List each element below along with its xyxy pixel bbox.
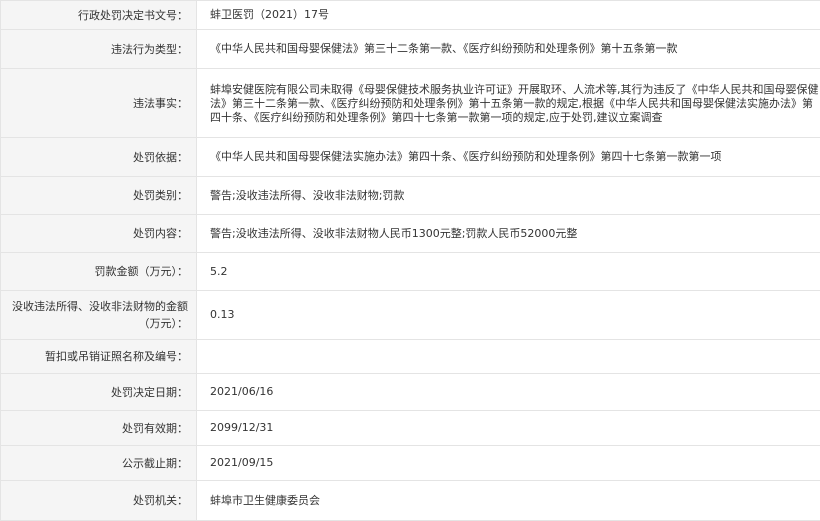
field-value-decision-number: 蚌卫医罚（2021）17号 bbox=[197, 1, 820, 30]
field-label-penalty-category: 处罚类别： bbox=[1, 177, 197, 215]
field-label-valid-until: 处罚有效期： bbox=[1, 411, 197, 446]
table-row: 处罚类别： 警告;没收违法所得、没收非法财物;罚款 bbox=[1, 177, 820, 215]
field-label-penalty-basis: 处罚依据： bbox=[1, 138, 197, 177]
field-value-valid-until: 2099/12/31 bbox=[197, 411, 820, 446]
table-row: 处罚决定日期： 2021/06/16 bbox=[1, 374, 820, 411]
field-value-publicity-deadline: 2021/09/15 bbox=[197, 446, 820, 481]
field-value-penalty-category: 警告;没收违法所得、没收非法财物;罚款 bbox=[197, 177, 820, 215]
table-row: 违法行为类型： 《中华人民共和国母婴保健法》第三十二条第一款、《医疗纠纷预防和处… bbox=[1, 30, 820, 69]
field-label-penalty-content: 处罚内容： bbox=[1, 215, 197, 253]
field-label-violation-facts: 违法事实： bbox=[1, 69, 197, 138]
field-label-decision-number: 行政处罚决定书文号： bbox=[1, 1, 197, 30]
table-row: 罚款金额（万元）： 5.2 bbox=[1, 253, 820, 291]
field-value-license-revoked bbox=[197, 340, 820, 374]
field-label-confiscation-amount: 没收违法所得、没收非法财物的金额（万元）： bbox=[1, 291, 197, 340]
field-value-decision-date: 2021/06/16 bbox=[197, 374, 820, 411]
field-value-authority: 蚌埠市卫生健康委员会 bbox=[197, 481, 820, 521]
field-label-violation-type: 违法行为类型： bbox=[1, 30, 197, 69]
field-value-penalty-basis: 《中华人民共和国母婴保健法实施办法》第四十条、《医疗纠纷预防和处理条例》第四十七… bbox=[197, 138, 820, 177]
field-label-fine-amount: 罚款金额（万元）： bbox=[1, 253, 197, 291]
field-value-confiscation-amount: 0.13 bbox=[197, 291, 820, 340]
table-row: 处罚机关： 蚌埠市卫生健康委员会 bbox=[1, 481, 820, 521]
table-row: 处罚有效期： 2099/12/31 bbox=[1, 411, 820, 446]
table-row: 处罚依据： 《中华人民共和国母婴保健法实施办法》第四十条、《医疗纠纷预防和处理条… bbox=[1, 138, 820, 177]
table-row: 行政处罚决定书文号： 蚌卫医罚（2021）17号 bbox=[1, 1, 820, 30]
field-label-license-revoked: 暂扣或吊销证照名称及编号： bbox=[1, 340, 197, 374]
table-row: 暂扣或吊销证照名称及编号： bbox=[1, 340, 820, 374]
field-value-violation-facts: 蚌埠安健医院有限公司未取得《母婴保健技术服务执业许可证》开展取环、人流术等,其行… bbox=[197, 69, 820, 138]
table-row: 没收违法所得、没收非法财物的金额（万元）： 0.13 bbox=[1, 291, 820, 340]
field-label-authority: 处罚机关： bbox=[1, 481, 197, 521]
field-value-violation-type: 《中华人民共和国母婴保健法》第三十二条第一款、《医疗纠纷预防和处理条例》第十五条… bbox=[197, 30, 820, 69]
field-value-penalty-content: 警告;没收违法所得、没收非法财物人民币1300元整;罚款人民币52000元整 bbox=[197, 215, 820, 253]
field-label-decision-date: 处罚决定日期： bbox=[1, 374, 197, 411]
field-label-publicity-deadline: 公示截止期： bbox=[1, 446, 197, 481]
table-row: 违法事实： 蚌埠安健医院有限公司未取得《母婴保健技术服务执业许可证》开展取环、人… bbox=[1, 69, 820, 138]
field-value-fine-amount: 5.2 bbox=[197, 253, 820, 291]
penalty-info-table: 行政处罚决定书文号： 蚌卫医罚（2021）17号 违法行为类型： 《中华人民共和… bbox=[0, 0, 820, 521]
table-row: 处罚内容： 警告;没收违法所得、没收非法财物人民币1300元整;罚款人民币520… bbox=[1, 215, 820, 253]
table-row: 公示截止期： 2021/09/15 bbox=[1, 446, 820, 481]
